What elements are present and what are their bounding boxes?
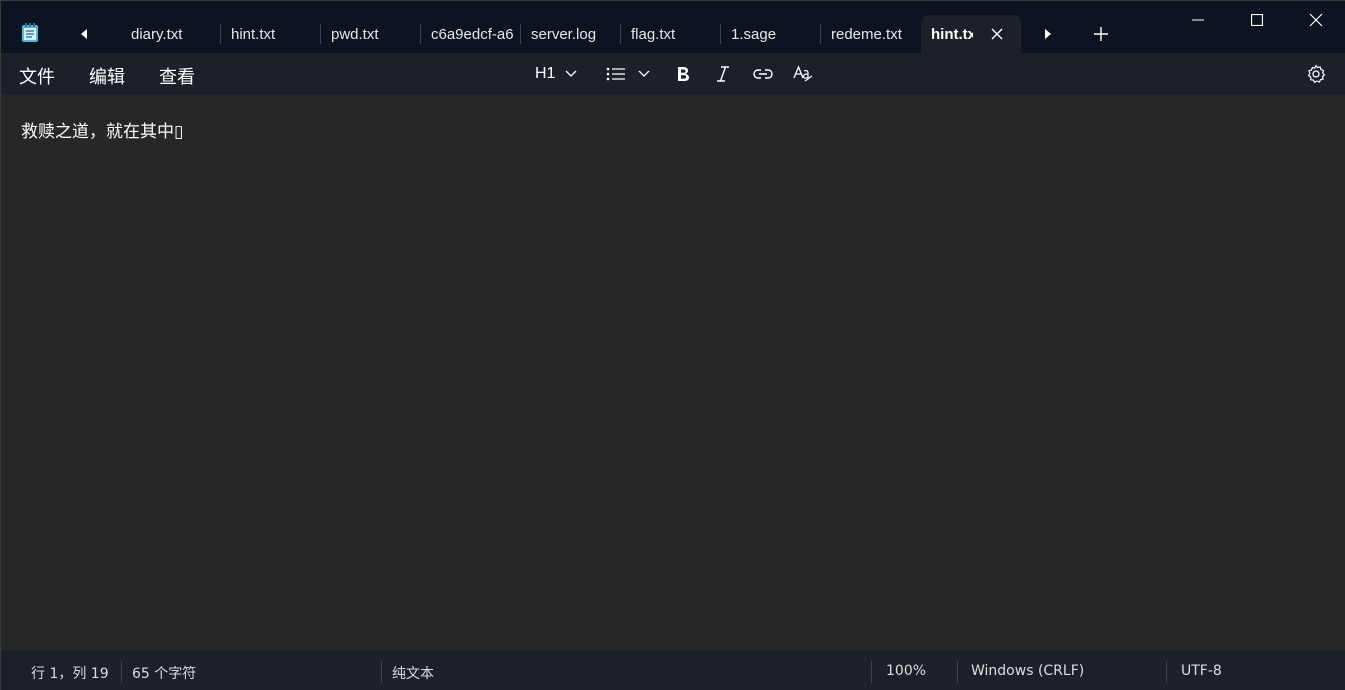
tab-label: hint.tx (931, 25, 973, 43)
notepad-window: diary.txt hint.txt pwd.txt c6a9edcf-a6 s… (0, 0, 1345, 690)
minimize-button[interactable] (1169, 1, 1227, 39)
tab[interactable]: server.log (521, 15, 621, 53)
plus-icon (1094, 27, 1108, 41)
italic-button[interactable] (715, 61, 731, 87)
clear-format-icon (793, 65, 813, 82)
close-window-button[interactable] (1287, 1, 1345, 39)
tab[interactable]: redeme.txt (821, 15, 921, 53)
character-count: 65 个字符 (132, 666, 197, 682)
menu-file[interactable]: 文件 (19, 63, 55, 89)
maximize-button[interactable] (1228, 1, 1286, 39)
title-bar: diary.txt hint.txt pwd.txt c6a9edcf-a6 s… (1, 1, 1345, 53)
tab[interactable]: 1.sage (721, 15, 821, 53)
tab-active[interactable]: hint.tx (921, 15, 1021, 53)
tab-label: flag.txt (631, 25, 676, 43)
tab-label: server.log (531, 25, 597, 43)
tab-scroll-right-button[interactable] (1035, 21, 1061, 47)
italic-icon (717, 66, 729, 82)
menu-edit[interactable]: 编辑 (89, 63, 125, 89)
tab[interactable]: pwd.txt (321, 15, 421, 53)
editor-content: 救赎之道，就在其中▯ (21, 122, 184, 142)
heading-dropdown[interactable]: H1 (535, 61, 577, 87)
menu-view[interactable]: 查看 (159, 63, 195, 89)
tab[interactable]: c6a9edcf-a6 (421, 15, 521, 53)
encoding[interactable]: UTF-8 (1181, 663, 1222, 679)
new-tab-button[interactable] (1087, 21, 1115, 47)
caret-right-icon (1045, 29, 1051, 39)
notepad-icon (22, 23, 38, 42)
status-separator (121, 661, 122, 683)
chevron-down-icon (638, 70, 650, 77)
status-separator (871, 661, 872, 683)
caret-left-icon (81, 29, 87, 39)
tab-label: redeme.txt (831, 25, 902, 43)
tab-label: 1.sage (731, 25, 777, 43)
tab[interactable]: diary.txt (121, 15, 221, 53)
list-dropdown[interactable] (606, 61, 650, 87)
close-tab-button[interactable] (989, 26, 1005, 42)
zoom-level[interactable]: 100% (886, 663, 926, 679)
maximize-icon (1251, 14, 1263, 26)
clear-format-button[interactable] (793, 61, 813, 87)
status-separator (1166, 661, 1167, 683)
tab-label: hint.txt (231, 25, 276, 43)
tab-label: pwd.txt (331, 25, 379, 43)
heading-label: H1 (535, 65, 556, 82)
tab-label: diary.txt (131, 25, 183, 43)
minimize-icon (1192, 19, 1204, 21)
status-bar: 行 1，列 19 65 个字符 纯文本 100% Windows (CRLF) … (1, 651, 1345, 690)
bold-icon (678, 67, 689, 81)
link-button[interactable] (753, 61, 773, 87)
settings-icon (1308, 64, 1326, 83)
tab-scroll-left-button[interactable] (71, 21, 97, 47)
tab[interactable]: hint.txt (221, 15, 321, 53)
cursor-position: 行 1，列 19 (31, 666, 109, 682)
close-icon (1309, 13, 1323, 27)
list-icon (606, 67, 625, 81)
close-icon (991, 28, 1003, 40)
line-ending[interactable]: Windows (CRLF) (971, 663, 1084, 679)
chevron-down-icon (565, 70, 577, 77)
status-separator (957, 661, 958, 683)
tab-label: c6a9edcf-a6 (431, 25, 514, 43)
status-separator (381, 661, 382, 683)
text-editor[interactable]: 救赎之道，就在其中▯ (1, 95, 1345, 651)
bold-button[interactable] (675, 61, 691, 87)
tab[interactable]: flag.txt (621, 15, 721, 53)
menu-toolbar: 文件 编辑 查看 H1 (1, 53, 1345, 95)
link-icon (753, 69, 773, 79)
text-format[interactable]: 纯文本 (392, 663, 434, 683)
settings-button[interactable] (1306, 61, 1326, 87)
